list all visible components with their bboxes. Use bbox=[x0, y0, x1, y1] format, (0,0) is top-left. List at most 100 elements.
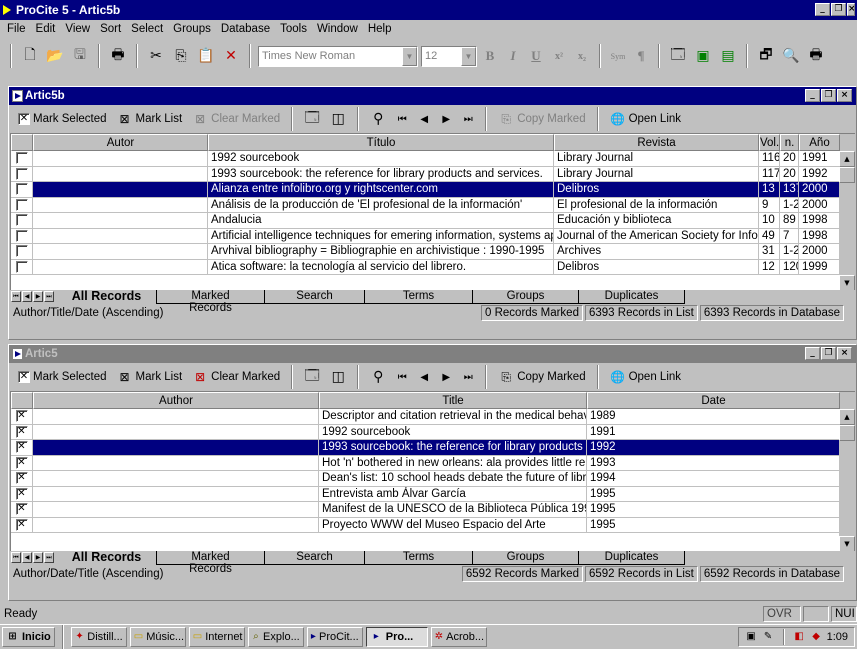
bold-icon[interactable]: B bbox=[480, 45, 500, 67]
column-header-revista[interactable]: Revista bbox=[554, 134, 759, 151]
menu-window[interactable]: Window bbox=[312, 20, 363, 38]
table-row[interactable]: Andalucia Educación y biblioteca 10 89 1998 bbox=[11, 213, 855, 229]
database-window-icon[interactable] bbox=[12, 90, 23, 102]
table-row[interactable]: Análisis de la producción de 'El profesi… bbox=[11, 197, 855, 213]
copy-marked-button[interactable]: ⎘ Copy Marked bbox=[495, 366, 588, 388]
scroll-thumb[interactable] bbox=[839, 425, 855, 441]
mark-column-header[interactable] bbox=[11, 134, 33, 151]
search-icon[interactable]: ⚲ bbox=[367, 108, 389, 130]
artic5-restore-button[interactable]: ❐ bbox=[821, 347, 836, 360]
layout-icon[interactable]: ◫ bbox=[327, 108, 349, 130]
tab-prev-icon[interactable]: ◀ bbox=[22, 291, 32, 302]
paste-icon[interactable]: 📋 bbox=[195, 45, 217, 67]
save-icon[interactable]: 🖫 bbox=[69, 45, 91, 67]
table-row[interactable]: Atica software: la tecnología al servici… bbox=[11, 259, 855, 275]
subscript-icon[interactable]: x₂ bbox=[572, 45, 592, 67]
first-record-icon[interactable]: ⏮ bbox=[393, 366, 411, 388]
taskbar-button[interactable]: ✦ Distill... bbox=[70, 626, 127, 647]
clear-marked-button[interactable]: ⊠ Clear Marked bbox=[189, 366, 283, 388]
mark-selected-button[interactable]: ✕ Mark Selected bbox=[15, 108, 110, 130]
tab-search[interactable]: Search bbox=[265, 551, 365, 565]
mark-selected-button[interactable]: ✕ Mark Selected bbox=[15, 366, 110, 388]
table-row[interactable]: Artificial intelligence techniques for e… bbox=[11, 228, 855, 244]
tab-first-icon[interactable]: ⏮ bbox=[11, 552, 21, 563]
tab-search[interactable]: Search bbox=[265, 290, 365, 304]
column-header-title[interactable]: Title bbox=[319, 392, 587, 409]
symbol-icon[interactable]: Sym bbox=[608, 45, 628, 67]
artic5b-restore-button[interactable]: ❐ bbox=[821, 89, 836, 102]
menu-select[interactable]: Select bbox=[126, 20, 168, 38]
next-record-icon[interactable]: ▶ bbox=[437, 108, 455, 130]
tab-terms[interactable]: Terms bbox=[365, 551, 473, 565]
scroll-up-icon[interactable]: ▲ bbox=[839, 409, 855, 425]
record-view-icon[interactable]: 🗔 bbox=[301, 366, 323, 388]
insert-citation-icon[interactable]: ▣ bbox=[692, 45, 714, 67]
table-row[interactable]: 1993 sourcebook: the reference for libra… bbox=[11, 166, 855, 182]
menu-groups[interactable]: Groups bbox=[168, 20, 216, 38]
tab-marked-records[interactable]: Marked Records bbox=[157, 290, 265, 314]
table-row[interactable]: 1992 sourcebook Library Journal 116 20 1991 bbox=[11, 151, 855, 167]
font-name-combo[interactable]: Times New Roman ▼ bbox=[258, 45, 418, 67]
scroll-down-icon[interactable]: ▼ bbox=[839, 275, 855, 290]
tray-pen-icon[interactable]: ✎ bbox=[762, 631, 775, 643]
start-button[interactable]: ⊞ Inicio bbox=[2, 626, 55, 647]
tab-last-icon[interactable]: ⏭ bbox=[44, 552, 54, 563]
underline-icon[interactable]: U bbox=[526, 45, 546, 67]
artic5-close-button[interactable]: × bbox=[837, 347, 852, 360]
toolbar-grip[interactable] bbox=[10, 44, 12, 68]
table-row[interactable]: ✕ 1992 sourcebook 1991 bbox=[11, 424, 855, 440]
italic-icon[interactable]: I bbox=[503, 45, 523, 67]
delete-icon[interactable]: ✕ bbox=[220, 45, 242, 67]
table-row[interactable]: ✕ Entrevista amb Àlvar García 1995 bbox=[11, 486, 855, 502]
title-bar[interactable]: ProCite 5 - Artic5b _ ❐ × bbox=[0, 0, 857, 20]
new-file-icon[interactable]: 🗋 bbox=[19, 45, 41, 67]
mark-list-button[interactable]: ⊠ Mark List bbox=[114, 108, 186, 130]
pilcrow-icon[interactable]: ¶ bbox=[631, 45, 651, 67]
artic5b-close-button[interactable]: × bbox=[837, 89, 852, 102]
table-row[interactable]: ✕ Proyecto WWW del Museo Espacio del Arte… bbox=[11, 517, 855, 533]
copy-icon[interactable]: ⎘ bbox=[170, 45, 192, 67]
last-record-icon[interactable]: ⏭ bbox=[459, 108, 477, 130]
generate-bibliography-icon[interactable]: ▤ bbox=[717, 45, 739, 67]
tray-app-icon[interactable]: ▣ bbox=[745, 631, 758, 643]
print-preview-icon[interactable]: 🔍 bbox=[780, 45, 802, 67]
menu-tools[interactable]: Tools bbox=[275, 20, 312, 38]
layout-icon[interactable]: ◫ bbox=[327, 366, 349, 388]
column-header-author[interactable]: Author bbox=[33, 392, 319, 409]
menu-help[interactable]: Help bbox=[363, 20, 397, 38]
mark-checkbox[interactable] bbox=[15, 167, 28, 180]
close-button[interactable]: × bbox=[847, 3, 855, 16]
print-icon[interactable]: 🖶 bbox=[107, 45, 129, 67]
tab-groups[interactable]: Groups bbox=[473, 290, 579, 304]
previous-record-icon[interactable]: ◀ bbox=[415, 108, 433, 130]
database-window-icon[interactable] bbox=[12, 348, 23, 360]
mark-checkbox[interactable]: ✕ bbox=[15, 487, 28, 500]
taskbar-button[interactable]: ▸ Pro... bbox=[365, 626, 428, 647]
mark-checkbox[interactable]: ✕ bbox=[15, 425, 28, 438]
mark-checkbox[interactable]: ✕ bbox=[15, 410, 28, 423]
menu-edit[interactable]: Edit bbox=[31, 20, 61, 38]
edit-record-icon[interactable]: 🗗 bbox=[755, 45, 777, 67]
open-link-button[interactable]: 🌐 Open Link bbox=[607, 108, 684, 130]
mark-checkbox[interactable] bbox=[15, 245, 28, 258]
taskbar-button[interactable]: ⌕ Explo... bbox=[247, 626, 304, 647]
taskbar-button[interactable]: ▸ ProCit... bbox=[306, 626, 363, 647]
mark-checkbox[interactable] bbox=[15, 152, 28, 165]
menu-file[interactable]: File bbox=[2, 20, 31, 38]
table-row[interactable]: ✕ Manifest de la UNESCO de la Biblioteca … bbox=[11, 502, 855, 518]
last-record-icon[interactable]: ⏭ bbox=[459, 366, 477, 388]
mark-checkbox[interactable]: ✕ bbox=[15, 518, 28, 531]
open-folder-icon[interactable]: 📂 bbox=[44, 45, 66, 67]
cut-icon[interactable]: ✂ bbox=[145, 45, 167, 67]
mark-checkbox[interactable] bbox=[15, 183, 28, 196]
scroll-up-icon[interactable]: ▲ bbox=[839, 151, 855, 167]
menu-sort[interactable]: Sort bbox=[95, 20, 126, 38]
taskbar-button[interactable]: ▭ Músic... bbox=[129, 626, 186, 647]
tab-next-icon[interactable]: ▶ bbox=[33, 291, 43, 302]
restore-button[interactable]: ❐ bbox=[831, 3, 846, 16]
mark-checkbox[interactable] bbox=[15, 260, 28, 273]
first-record-icon[interactable]: ⏮ bbox=[393, 108, 411, 130]
column-header-n[interactable]: n. bbox=[780, 134, 799, 151]
minimize-button[interactable]: _ bbox=[815, 3, 830, 16]
table-row[interactable]: Arvhival bibliography = Bibliographie en… bbox=[11, 244, 855, 260]
